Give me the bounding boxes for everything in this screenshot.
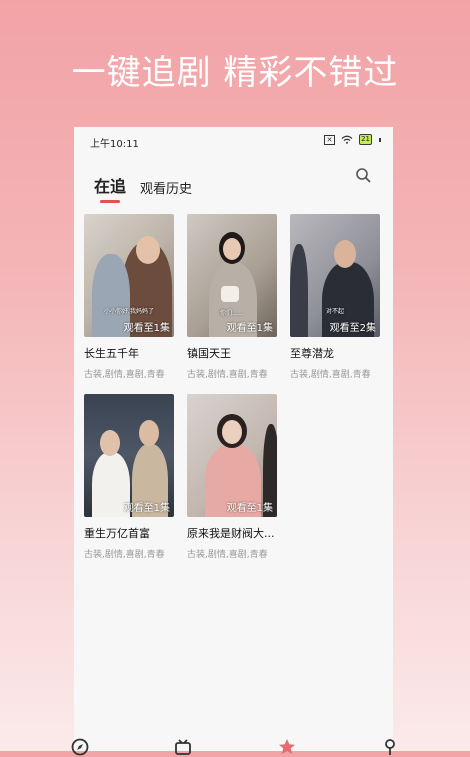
drama-poster[interactable]: 小小你好,我妈妈了 观看至1集 xyxy=(84,214,174,337)
search-icon[interactable] xyxy=(355,167,371,183)
drama-poster[interactable]: 对不起 观看至2集 xyxy=(290,214,380,337)
drama-title: 长生五千年 xyxy=(84,347,139,360)
tab-following[interactable]: 在追 xyxy=(94,173,126,203)
drama-poster[interactable]: 观看至1集 xyxy=(84,394,174,517)
drama-card[interactable]: 你们…… 观看至1集 镇国天王 古装,剧情,喜剧,青春 xyxy=(187,214,277,380)
watch-progress: 观看至1集 xyxy=(123,503,170,514)
drama-poster[interactable]: 你们…… 观看至1集 xyxy=(187,214,277,337)
drama-tags: 古装,剧情,喜剧,青春 xyxy=(187,370,268,380)
status-icons: ✕ 21 xyxy=(324,134,381,145)
discover-icon[interactable] xyxy=(70,737,90,757)
status-time: 上午10:11 xyxy=(90,139,139,150)
poster-caption: 你们…… xyxy=(219,310,244,317)
drama-poster[interactable]: 观看至1集 xyxy=(187,394,277,517)
drama-grid: 小小你好,我妈妈了 观看至1集 长生五千年 古装,剧情,喜剧,青春 你们…… 观… xyxy=(84,214,380,560)
status-bar: 上午10:11 ✕ 21 xyxy=(74,127,393,155)
drama-title: 镇国天王 xyxy=(187,347,231,360)
drama-title: 至尊潜龙 xyxy=(290,347,334,360)
phone-screen: 上午10:11 ✕ 21 在追 观看历史 小小你好,我妈妈了 观看至1集 长生五… xyxy=(74,127,393,751)
drama-tags: 古装,剧情,喜剧,青春 xyxy=(187,550,268,560)
drama-card[interactable]: 小小你好,我妈妈了 观看至1集 长生五千年 古装,剧情,喜剧,青春 xyxy=(84,214,174,380)
drama-card[interactable]: 观看至1集 原来我是财阀大... 古装,剧情,喜剧,青春 xyxy=(187,394,277,560)
watch-progress: 观看至2集 xyxy=(329,323,376,334)
battery-level: 21 xyxy=(361,135,370,143)
watch-progress: 观看至1集 xyxy=(123,323,170,334)
drama-card[interactable]: 对不起 观看至2集 至尊潜龙 古装,剧情,喜剧,青春 xyxy=(290,214,380,380)
watch-progress: 观看至1集 xyxy=(226,323,273,334)
tab-bar: 在追 观看历史 xyxy=(94,173,192,203)
drama-card[interactable]: 观看至1集 重生万亿首富 古装,剧情,喜剧,青春 xyxy=(84,394,174,560)
drama-title: 重生万亿首富 xyxy=(84,527,150,540)
sim-icon: ✕ xyxy=(324,134,336,145)
promo-headline: 一键追剧 精彩不错过 xyxy=(71,53,399,93)
drama-tags: 古装,剧情,喜剧,青春 xyxy=(84,370,165,380)
poster-caption: 对不起 xyxy=(325,308,344,315)
drama-tags: 古装,剧情,喜剧,青春 xyxy=(290,370,371,380)
drama-tags: 古装,剧情,喜剧,青春 xyxy=(84,550,165,560)
bottom-nav xyxy=(70,737,400,756)
battery-icon: 21 xyxy=(359,134,372,145)
star-icon[interactable] xyxy=(277,737,297,757)
wifi-icon xyxy=(341,135,353,144)
profile-icon[interactable] xyxy=(380,737,400,757)
drama-title: 原来我是财阀大... xyxy=(187,527,275,540)
watch-progress: 观看至1集 xyxy=(226,503,273,514)
tv-icon[interactable] xyxy=(173,737,193,757)
battery-cap xyxy=(379,137,381,142)
poster-caption: 小小你好,我妈妈了 xyxy=(104,308,154,315)
tab-history[interactable]: 观看历史 xyxy=(140,178,192,197)
